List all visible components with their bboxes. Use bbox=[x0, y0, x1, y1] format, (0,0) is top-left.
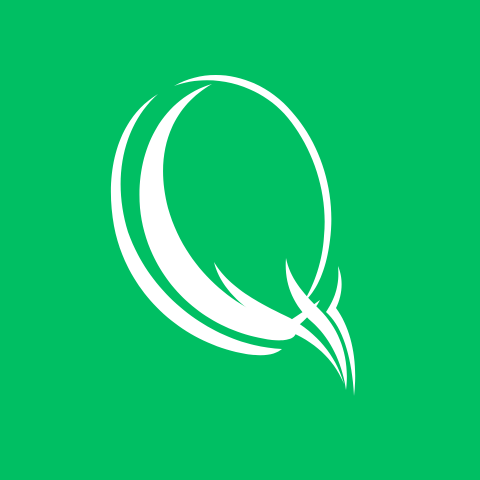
q-logo-icon bbox=[110, 74, 356, 396]
app-icon bbox=[0, 0, 480, 480]
